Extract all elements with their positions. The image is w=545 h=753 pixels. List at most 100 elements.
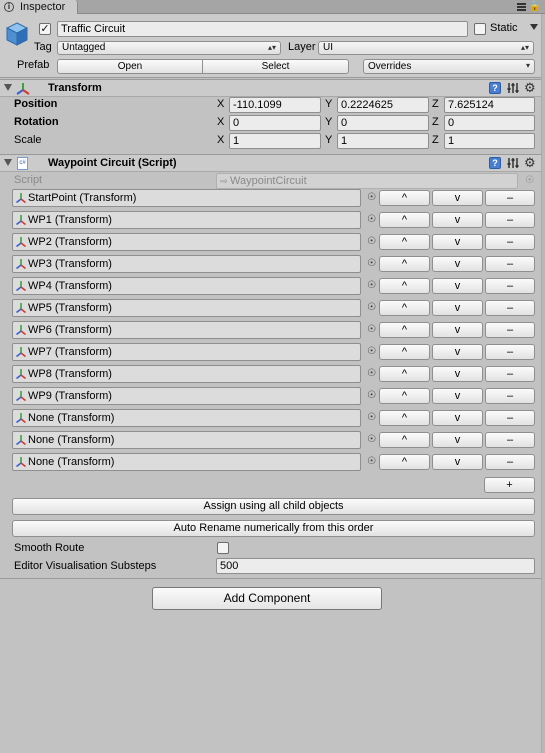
preset-icon[interactable] bbox=[507, 157, 519, 169]
move-up-button[interactable]: ^ bbox=[379, 432, 430, 448]
add-component-button[interactable]: Add Component bbox=[152, 587, 382, 610]
object-picker-icon[interactable]: ☉ bbox=[367, 344, 376, 360]
move-down-button[interactable]: v bbox=[432, 344, 483, 360]
move-down-button[interactable]: v bbox=[432, 300, 483, 316]
remove-waypoint-button[interactable]: – bbox=[485, 234, 535, 250]
remove-waypoint-button[interactable]: – bbox=[485, 300, 535, 316]
scale-z-field[interactable]: 1 bbox=[444, 133, 535, 149]
substeps-field[interactable]: 500 bbox=[216, 558, 535, 574]
transform-header[interactable]: Transform ? ⚙ bbox=[0, 79, 545, 97]
axis-x-label[interactable]: X bbox=[217, 116, 224, 128]
object-picker-icon[interactable]: ☉ bbox=[367, 322, 376, 338]
static-dropdown-icon[interactable] bbox=[530, 24, 538, 30]
move-up-button[interactable]: ^ bbox=[379, 454, 430, 470]
waypoint-object-field[interactable]: WP8 (Transform) bbox=[12, 365, 361, 383]
object-picker-icon[interactable]: ☉ bbox=[367, 432, 376, 448]
preset-icon[interactable] bbox=[507, 82, 519, 94]
waypoint-object-field[interactable]: None (Transform) bbox=[12, 431, 361, 449]
rotation-x-field[interactable]: 0 bbox=[229, 115, 321, 131]
smooth-route-checkbox[interactable] bbox=[217, 542, 229, 554]
move-down-button[interactable]: v bbox=[432, 234, 483, 250]
move-down-button[interactable]: v bbox=[432, 322, 483, 338]
gear-icon[interactable]: ⚙ bbox=[524, 81, 536, 94]
move-down-button[interactable]: v bbox=[432, 278, 483, 294]
remove-waypoint-button[interactable]: – bbox=[485, 190, 535, 206]
layer-dropdown[interactable]: UI ▴▾ bbox=[318, 41, 534, 55]
object-picker-icon[interactable]: ☉ bbox=[367, 388, 376, 404]
remove-waypoint-button[interactable]: – bbox=[485, 410, 535, 426]
position-y-field[interactable]: 0.2224625 bbox=[337, 97, 429, 113]
move-up-button[interactable]: ^ bbox=[379, 256, 430, 272]
move-up-button[interactable]: ^ bbox=[379, 300, 430, 316]
remove-waypoint-button[interactable]: – bbox=[485, 432, 535, 448]
move-down-button[interactable]: v bbox=[432, 454, 483, 470]
object-picker-icon[interactable]: ☉ bbox=[367, 300, 376, 316]
gear-icon[interactable]: ⚙ bbox=[524, 156, 536, 169]
axis-x-label[interactable]: X bbox=[217, 134, 224, 146]
position-x-field[interactable]: -110.1099 bbox=[229, 97, 321, 113]
menu-icon[interactable] bbox=[517, 2, 527, 12]
object-picker-icon[interactable]: ☉ bbox=[367, 454, 376, 470]
remove-waypoint-button[interactable]: – bbox=[485, 366, 535, 382]
waypoint-circuit-header[interactable]: c# Waypoint Circuit (Script) ? ⚙ bbox=[0, 154, 545, 172]
move-up-button[interactable]: ^ bbox=[379, 388, 430, 404]
remove-waypoint-button[interactable]: – bbox=[485, 454, 535, 470]
object-picker-icon[interactable]: ☉ bbox=[367, 212, 376, 228]
scale-y-field[interactable]: 1 bbox=[337, 133, 429, 149]
axis-z-label[interactable]: Z bbox=[432, 98, 439, 110]
remove-waypoint-button[interactable]: – bbox=[485, 344, 535, 360]
waypoint-object-field[interactable]: WP5 (Transform) bbox=[12, 299, 361, 317]
axis-z-label[interactable]: Z bbox=[432, 134, 439, 146]
move-up-button[interactable]: ^ bbox=[379, 278, 430, 294]
remove-waypoint-button[interactable]: – bbox=[485, 322, 535, 338]
waypoint-object-field[interactable]: WP3 (Transform) bbox=[12, 255, 361, 273]
move-up-button[interactable]: ^ bbox=[379, 344, 430, 360]
move-up-button[interactable]: ^ bbox=[379, 212, 430, 228]
axis-y-label[interactable]: Y bbox=[325, 116, 332, 128]
move-up-button[interactable]: ^ bbox=[379, 410, 430, 426]
remove-waypoint-button[interactable]: – bbox=[485, 388, 535, 404]
prefab-overrides-dropdown[interactable]: Overrides ▾ bbox=[363, 59, 535, 74]
waypoint-object-field[interactable]: StartPoint (Transform) bbox=[12, 189, 361, 207]
auto-rename-button[interactable]: Auto Rename numerically from this order bbox=[12, 520, 535, 537]
remove-waypoint-button[interactable]: – bbox=[485, 278, 535, 294]
object-picker-icon[interactable]: ☉ bbox=[367, 410, 376, 426]
move-down-button[interactable]: v bbox=[432, 366, 483, 382]
waypoint-object-field[interactable]: None (Transform) bbox=[12, 409, 361, 427]
axis-y-label[interactable]: Y bbox=[325, 98, 332, 110]
foldout-arrow-icon[interactable] bbox=[4, 84, 12, 91]
foldout-arrow-icon[interactable] bbox=[4, 159, 12, 166]
remove-waypoint-button[interactable]: – bbox=[485, 212, 535, 228]
move-down-button[interactable]: v bbox=[432, 432, 483, 448]
rotation-y-field[interactable]: 0 bbox=[337, 115, 429, 131]
lock-icon[interactable]: 🔒 bbox=[529, 1, 541, 13]
move-down-button[interactable]: v bbox=[432, 256, 483, 272]
help-icon[interactable]: ? bbox=[489, 82, 501, 94]
waypoint-object-field[interactable]: WP1 (Transform) bbox=[12, 211, 361, 229]
waypoint-object-field[interactable]: WP4 (Transform) bbox=[12, 277, 361, 295]
axis-x-label[interactable]: X bbox=[217, 98, 224, 110]
axis-y-label[interactable]: Y bbox=[325, 134, 332, 146]
move-down-button[interactable]: v bbox=[432, 212, 483, 228]
scale-x-field[interactable]: 1 bbox=[229, 133, 321, 149]
waypoint-object-field[interactable]: WP2 (Transform) bbox=[12, 233, 361, 251]
gameobject-name-input[interactable]: Traffic Circuit bbox=[57, 21, 468, 37]
tag-dropdown[interactable]: Untagged ▴▾ bbox=[57, 41, 281, 55]
rotation-z-field[interactable]: 0 bbox=[444, 115, 535, 131]
prefab-open-button[interactable]: Open bbox=[57, 59, 203, 74]
axis-z-label[interactable]: Z bbox=[432, 116, 439, 128]
object-picker-icon[interactable]: ☉ bbox=[367, 234, 376, 250]
move-up-button[interactable]: ^ bbox=[379, 366, 430, 382]
add-waypoint-button[interactable]: + bbox=[484, 477, 535, 493]
assign-child-objects-button[interactable]: Assign using all child objects bbox=[12, 498, 535, 515]
move-down-button[interactable]: v bbox=[432, 388, 483, 404]
object-picker-icon[interactable]: ☉ bbox=[367, 190, 376, 206]
waypoint-object-field[interactable]: WP6 (Transform) bbox=[12, 321, 361, 339]
move-down-button[interactable]: v bbox=[432, 410, 483, 426]
object-picker-icon[interactable]: ☉ bbox=[367, 366, 376, 382]
position-z-field[interactable]: 7.625124 bbox=[444, 97, 535, 113]
move-up-button[interactable]: ^ bbox=[379, 322, 430, 338]
waypoint-object-field[interactable]: WP9 (Transform) bbox=[12, 387, 361, 405]
move-up-button[interactable]: ^ bbox=[379, 190, 430, 206]
remove-waypoint-button[interactable]: – bbox=[485, 256, 535, 272]
